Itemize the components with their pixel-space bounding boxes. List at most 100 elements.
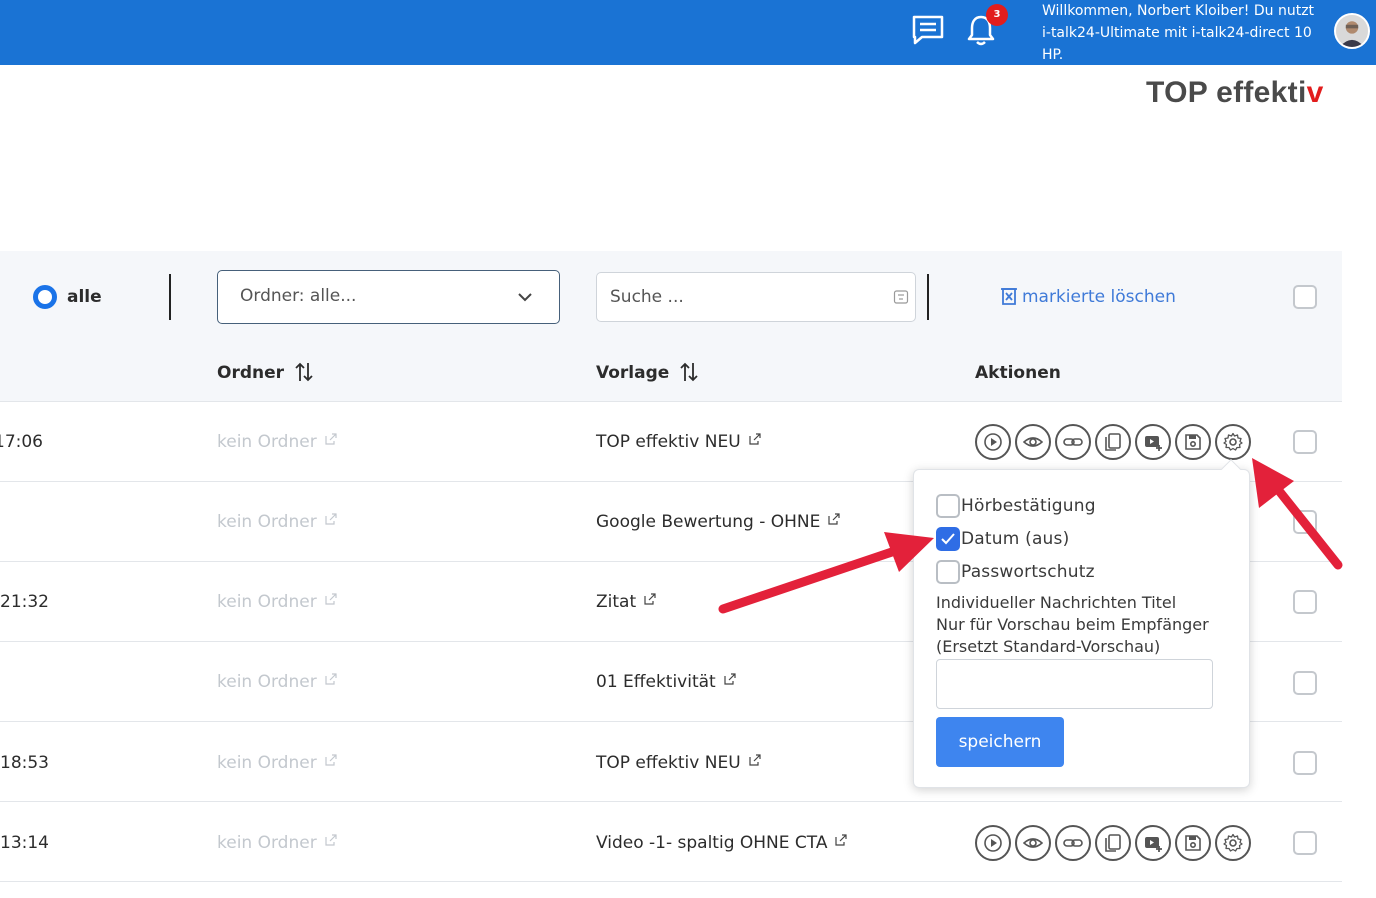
preview-button[interactable] — [1015, 825, 1051, 861]
edit-icon — [325, 834, 337, 846]
row-time: 18:53 — [0, 753, 49, 773]
row-actions — [975, 825, 1251, 861]
radio-alle[interactable] — [33, 285, 57, 309]
row-folder-label: kein Ordner — [217, 833, 317, 853]
column-header-template-label: Vorlage — [596, 363, 670, 383]
play-button[interactable] — [975, 825, 1011, 861]
row-folder-label: kein Ordner — [217, 432, 317, 452]
edit-icon — [835, 834, 848, 846]
link-icon — [1063, 438, 1083, 446]
notification-badge: 3 — [986, 4, 1008, 26]
password-label: Passwortschutz — [961, 562, 1095, 582]
copy-button[interactable] — [1095, 825, 1131, 861]
password-checkbox[interactable] — [936, 560, 960, 584]
delete-marked-label: markierte löschen — [1022, 287, 1176, 307]
video-add-icon — [1145, 837, 1162, 852]
welcome-text: Willkommen, Norbert Kloiber! Du nutzt i-… — [1042, 3, 1315, 63]
row-checkbox[interactable] — [1293, 671, 1317, 695]
read-receipt-checkbox[interactable] — [936, 494, 960, 518]
edit-icon — [325, 433, 337, 445]
gear-icon — [1223, 432, 1243, 451]
radio-alle-label: alle — [67, 287, 102, 307]
copy-icon — [1105, 834, 1121, 852]
divider — [927, 274, 929, 320]
link-button[interactable] — [1055, 825, 1091, 861]
save-button[interactable] — [1175, 424, 1211, 460]
trash-icon — [1001, 288, 1017, 305]
sort-icon — [295, 362, 313, 382]
select-all-checkbox[interactable] — [1293, 285, 1317, 309]
custom-title-line: Nur für Vorschau beim Empfänger — [936, 615, 1209, 634]
avatar[interactable] — [1334, 13, 1370, 49]
row-folder-label: kein Ordner — [217, 512, 317, 532]
copy-button[interactable] — [1095, 424, 1131, 460]
column-header-template[interactable]: Vorlage — [596, 361, 699, 385]
table-row: 13:14 kein Ordner Video -1- spaltig OHNE… — [0, 802, 1342, 882]
divider — [169, 274, 171, 320]
row-checkbox[interactable] — [1293, 831, 1317, 855]
row-folder[interactable]: kein Ordner — [217, 430, 337, 454]
row-folder-label: kein Ordner — [217, 672, 317, 692]
row-folder[interactable]: kein Ordner — [217, 510, 337, 534]
row-template[interactable]: TOP effektiv NEU — [596, 430, 761, 454]
row-template-label: Video -1- spaltig OHNE CTA — [596, 833, 828, 853]
play-button[interactable] — [975, 424, 1011, 460]
row-time: 17:06 — [0, 432, 43, 452]
row-template[interactable]: Google Bewertung - OHNE — [596, 510, 841, 534]
custom-title-input[interactable] — [936, 659, 1213, 709]
save-button[interactable] — [1175, 825, 1211, 861]
brand-logo-accent: v — [1306, 76, 1324, 109]
link-button[interactable] — [1055, 424, 1091, 460]
row-time: 13:14 — [0, 833, 49, 853]
gear-icon — [1223, 833, 1243, 852]
floppy-icon — [1185, 434, 1201, 450]
top-bar: 3 Willkommen, Norbert Kloiber! Du nutzt … — [0, 0, 1376, 65]
row-template[interactable]: 01 Effektivität — [596, 670, 736, 694]
row-folder[interactable]: kein Ordner — [217, 670, 337, 694]
delete-marked-link[interactable]: markierte löschen — [1000, 285, 1176, 309]
chat-icon[interactable] — [910, 14, 946, 46]
edit-icon — [325, 673, 337, 685]
preview-button[interactable] — [1015, 424, 1051, 460]
edit-icon — [749, 754, 761, 766]
search-input[interactable]: Suche ... — [596, 272, 916, 322]
row-folder[interactable]: kein Ordner — [217, 831, 337, 855]
link-icon — [1063, 839, 1083, 847]
save-settings-button[interactable]: speichern — [936, 717, 1064, 767]
brand-logo: TOP effektiv — [1146, 76, 1324, 110]
brand-logo-text: TOP effekti — [1146, 76, 1307, 109]
row-template-label: Zitat — [596, 592, 637, 612]
floppy-icon — [1185, 835, 1201, 851]
check-icon — [941, 533, 955, 545]
video-button[interactable] — [1135, 424, 1171, 460]
row-checkbox[interactable] — [1293, 751, 1317, 775]
row-template[interactable]: Video -1- spaltig OHNE CTA — [596, 831, 848, 855]
edit-icon — [749, 433, 761, 445]
folder-select-value: Ordner: alle... — [240, 286, 357, 306]
copy-icon — [1105, 433, 1121, 451]
row-template-label: TOP effektiv NEU — [596, 432, 741, 452]
eye-icon — [1023, 437, 1043, 447]
row-folder-label: kein Ordner — [217, 592, 317, 612]
row-folder[interactable]: kein Ordner — [217, 751, 337, 775]
row-template[interactable]: TOP effektiv NEU — [596, 751, 761, 775]
row-checkbox[interactable] — [1293, 510, 1317, 534]
row-folder[interactable]: kein Ordner — [217, 590, 337, 614]
folder-select[interactable]: Ordner: alle... — [217, 270, 560, 324]
eye-icon — [1023, 838, 1043, 848]
sort-icon — [680, 362, 698, 382]
keyboard-icon — [893, 290, 909, 304]
row-checkbox[interactable] — [1293, 590, 1317, 614]
play-icon — [984, 834, 1002, 852]
row-checkbox[interactable] — [1293, 430, 1317, 454]
date-label: Datum (aus) — [961, 529, 1070, 549]
search-placeholder: Suche ... — [610, 287, 684, 307]
row-template[interactable]: Zitat — [596, 590, 656, 614]
settings-button[interactable] — [1215, 825, 1251, 861]
video-button[interactable] — [1135, 825, 1171, 861]
column-header-folder[interactable]: Ordner — [217, 361, 314, 385]
date-checkbox[interactable] — [936, 527, 960, 551]
settings-button[interactable] — [1215, 424, 1251, 460]
row-template-label: TOP effektiv NEU — [596, 753, 741, 773]
edit-icon — [325, 754, 337, 766]
